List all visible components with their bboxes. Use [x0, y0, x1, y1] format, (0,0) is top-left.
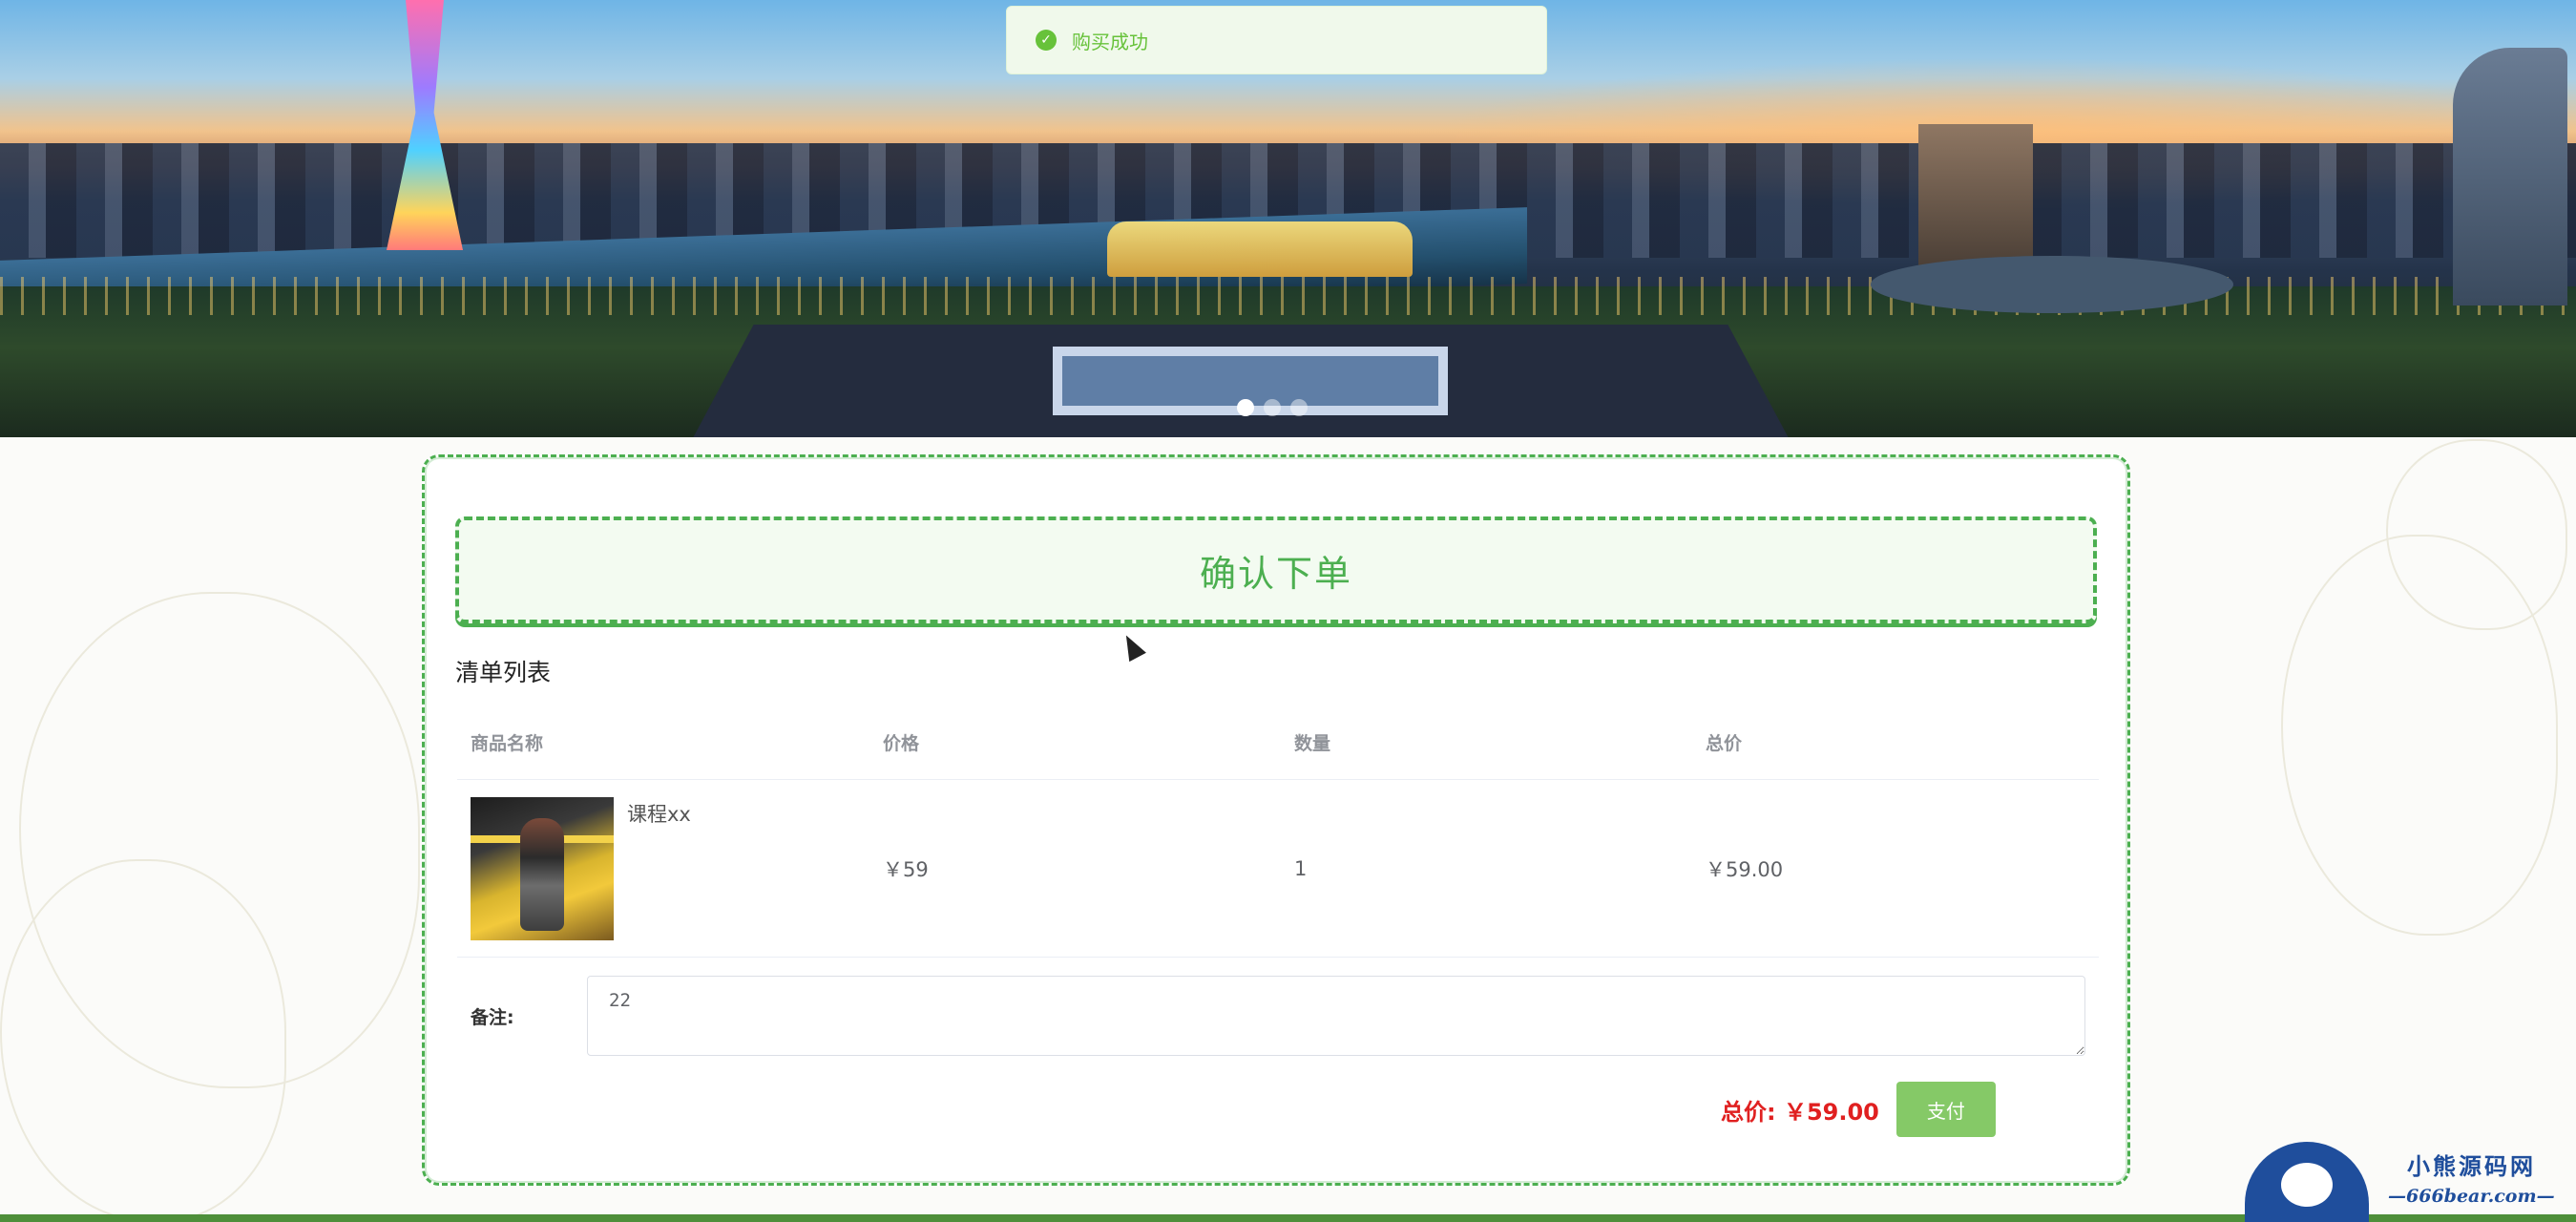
product-name: 课程xx — [627, 802, 691, 826]
product-info: 课程xx — [471, 796, 869, 940]
watermark: 小熊源码网 —666bear.com— — [2245, 1142, 2569, 1222]
footer-bar — [0, 1214, 2576, 1222]
pay-button[interactable]: 支付 — [1895, 1082, 1996, 1137]
carousel-dot-1[interactable] — [1237, 399, 1254, 416]
banner-stadium — [1107, 221, 1413, 277]
image-figure — [520, 817, 564, 931]
product-image[interactable] — [471, 796, 614, 940]
success-toast: ✓ 购买成功 — [1006, 6, 1547, 74]
product-cell: 课程xx — [457, 796, 869, 940]
banner-building — [1918, 124, 2033, 267]
total-bar: 总价: ￥59.00 支付 — [1721, 1082, 1996, 1137]
remark-row: 备注: 22 — [471, 976, 2099, 1056]
order-card: 确认下单 清单列表 商品名称 价格 数量 总价 课程xx ￥59 1 ￥59.0… — [422, 454, 2130, 1186]
total-price: 总价: ￥59.00 — [1721, 1098, 1879, 1126]
carousel-dot-3[interactable] — [1290, 399, 1308, 416]
list-title: 清单列表 — [455, 659, 552, 686]
table-header: 商品名称 价格 数量 总价 — [457, 706, 2099, 780]
quantity-cell: 1 — [1294, 856, 1308, 880]
floral-decoration-left-2 — [0, 859, 286, 1222]
order-table: 商品名称 价格 数量 总价 课程xx ￥59 1 ￥59.00 — [457, 706, 2099, 958]
watermark-title: 小熊源码网 — [2407, 1152, 2536, 1180]
column-header-price: 价格 — [883, 733, 920, 754]
watermark-url: —666bear.com— — [2388, 1186, 2555, 1207]
column-header-subtotal: 总价 — [1706, 733, 1743, 754]
carousel-indicators — [1237, 399, 1308, 416]
remark-label: 备注: — [471, 1006, 514, 1028]
column-header-quantity: 数量 — [1294, 733, 1331, 754]
page-title: 确认下单 — [1199, 552, 1352, 595]
subtotal-cell: ￥59.00 — [1706, 857, 1784, 881]
banner-opera-house — [1871, 256, 2233, 313]
column-header-name: 商品名称 — [471, 733, 544, 754]
price-cell: ￥59 — [883, 857, 929, 881]
table-row: 课程xx ￥59 1 ￥59.00 — [457, 780, 2099, 958]
check-circle-icon: ✓ — [1036, 30, 1057, 51]
banner-museum — [687, 325, 1794, 437]
banner-skyscraper — [2453, 48, 2567, 306]
carousel-dot-2[interactable] — [1264, 399, 1281, 416]
banner-tower — [387, 0, 463, 250]
remark-textarea[interactable]: 22 — [587, 976, 2085, 1056]
order-header: 确认下单 — [455, 516, 2097, 623]
toast-message: 购买成功 — [1072, 30, 1148, 53]
bear-logo-icon — [2245, 1142, 2369, 1222]
